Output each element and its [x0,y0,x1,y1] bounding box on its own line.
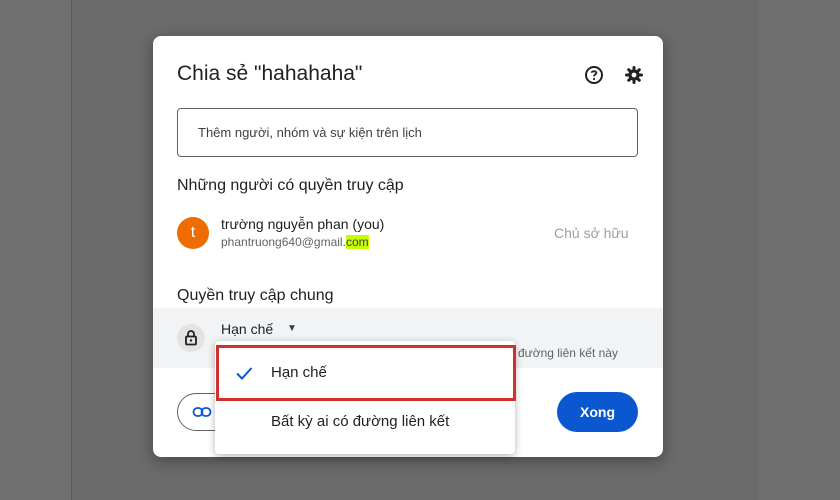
add-people-input[interactable]: Thêm người, nhóm và sự kiện trên lịch [177,108,638,157]
avatar: t [177,217,209,249]
access-level-menu: Hạn chế Bất kỳ ai có đường liên kết [215,341,515,454]
menu-item-label: Bất kỳ ai có đường liên kết [271,413,450,430]
menu-item-restricted[interactable]: Hạn chế [215,349,515,397]
people-with-access-heading: Những người có quyền truy cập [177,177,404,194]
owner-email-highlight: com [345,235,369,249]
done-button[interactable]: Xong [557,392,638,432]
access-description: g đường liên kết này [508,346,618,360]
chevron-down-icon[interactable]: ▼ [287,323,297,334]
gear-icon[interactable] [623,64,645,86]
menu-item-label: Hạn chế [271,364,327,381]
checkmark-icon [233,362,255,384]
help-icon[interactable] [583,64,605,86]
menu-item-anyone-with-link[interactable]: Bất kỳ ai có đường liên kết [215,398,515,446]
owner-email: phantruong640@gmail.com [221,235,369,249]
general-access-heading: Quyền truy cập chung [177,287,334,304]
background-panel-left [0,0,72,500]
link-icon [192,403,212,426]
background-panel-right [758,0,840,500]
owner-name: trường nguyễn phan (you) [221,216,385,232]
owner-email-prefix: phantruong640@gmail. [221,235,346,249]
owner-role-label: Chủ sở hữu [554,225,629,241]
lock-icon [177,324,205,352]
dialog-title: Chia sẻ "hahahaha" [177,62,363,85]
access-level-dropdown[interactable]: Hạn chế [221,321,273,337]
